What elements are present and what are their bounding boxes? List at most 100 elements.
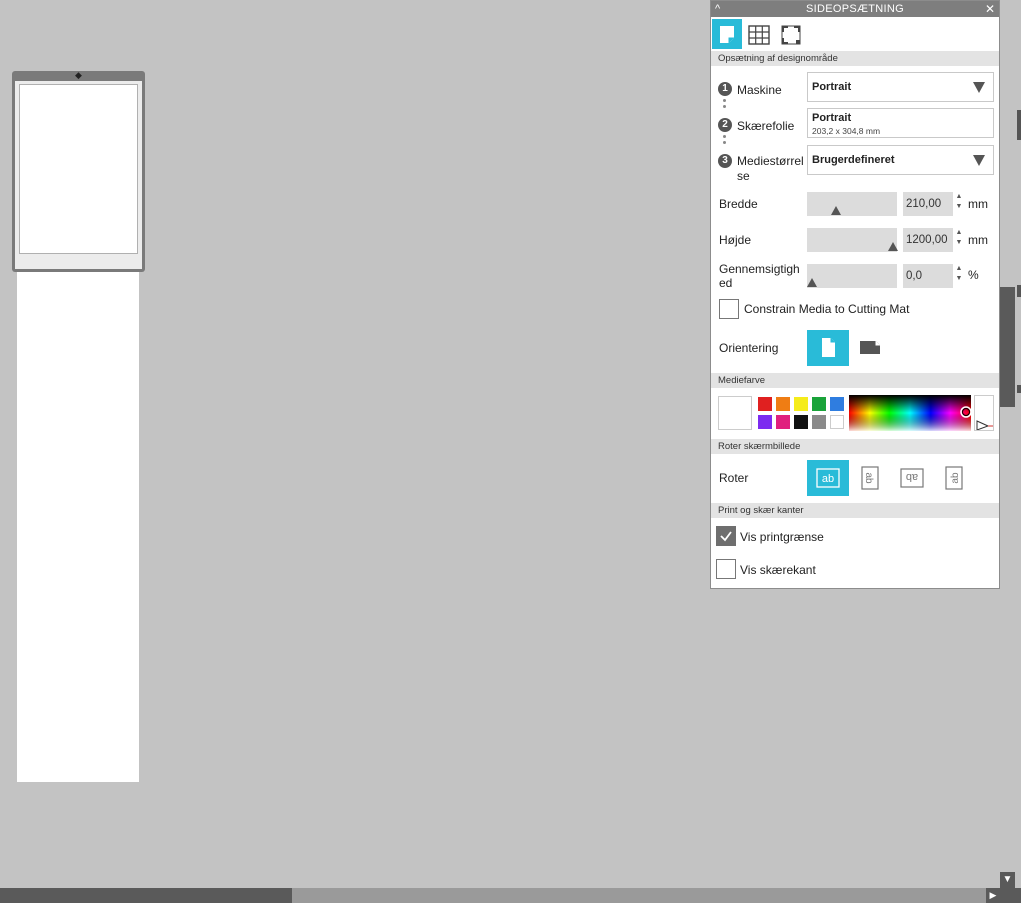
edge-marker — [1017, 285, 1021, 297]
color-swatch[interactable] — [758, 415, 772, 429]
panel-title: SIDEOPSÆTNING — [805, 3, 905, 15]
grid-icon — [748, 25, 770, 45]
section-header-design-area: Opsætning af designområde — [711, 51, 999, 66]
transparency-label-cont: ed — [719, 276, 733, 290]
section-header-print-cut: Print og skær kanter — [711, 503, 999, 518]
svg-text:ab: ab — [822, 473, 834, 485]
slider-thumb[interactable] — [888, 242, 898, 251]
transparency-unit: % — [968, 268, 979, 282]
machine-label: Maskine — [737, 83, 782, 97]
rotate-270-icon: ab — [945, 466, 963, 490]
scroll-down-button[interactable]: ▼ — [1000, 872, 1015, 888]
media-size-value: Brugerdefineret — [812, 154, 895, 166]
width-spinner[interactable]: ▲ ▼ — [955, 192, 963, 216]
mat-surface — [15, 81, 142, 269]
color-swatch[interactable] — [830, 397, 844, 411]
svg-text:ab: ab — [950, 472, 961, 484]
tab-grid[interactable] — [744, 19, 774, 49]
portrait-page-icon — [822, 338, 835, 357]
registration-marks-icon — [781, 25, 801, 45]
panel-title-bar: ^ SIDEOPSÆTNING ✕ — [711, 1, 999, 17]
vertical-scrollbar-thumb[interactable] — [1000, 287, 1015, 407]
step-2-badge: 2 — [718, 118, 732, 132]
mat-origin-marker-icon: ◆ — [75, 70, 82, 80]
color-swatch[interactable] — [812, 397, 826, 411]
rotate-0-button[interactable]: ab — [807, 460, 849, 496]
color-swatch[interactable] — [794, 415, 808, 429]
transparency-input[interactable]: 0,0 — [903, 264, 953, 288]
orientation-label: Orientering — [719, 341, 779, 355]
color-swatch[interactable] — [758, 397, 772, 411]
checkmark-icon — [720, 531, 732, 542]
show-print-border-checkbox[interactable] — [716, 526, 736, 546]
scrollbar-corner — [1000, 888, 1021, 903]
svg-text:ab: ab — [906, 471, 918, 483]
cut-area — [19, 84, 138, 254]
width-unit: mm — [968, 197, 988, 211]
rotate-180-icon: ab — [900, 468, 924, 488]
show-print-border-label: Vis printgrænse — [740, 530, 824, 544]
vertical-scrollbar[interactable] — [1000, 0, 1015, 888]
transparency-spinner[interactable]: ▲ ▼ — [955, 264, 963, 288]
constrain-media-checkbox[interactable] — [719, 299, 739, 319]
color-swatch[interactable] — [794, 397, 808, 411]
step-3-badge: 3 — [718, 154, 732, 168]
media-size-dropdown[interactable]: Brugerdefineret — [807, 145, 994, 175]
height-unit: mm — [968, 233, 988, 247]
cutting-mat-info: Portrait 203,2 x 304,8 mm — [807, 108, 994, 138]
page-icon — [720, 26, 734, 43]
tab-media[interactable] — [712, 19, 742, 49]
panel-tabs — [711, 17, 999, 50]
edge-marker — [1017, 385, 1021, 393]
brightness-slider[interactable] — [974, 395, 994, 431]
landscape-page-icon — [860, 341, 880, 354]
height-slider[interactable] — [807, 228, 898, 252]
close-icon[interactable]: ✕ — [985, 1, 995, 17]
media-size-label: Mediestørrel — [737, 154, 804, 168]
color-swatch[interactable] — [830, 415, 844, 429]
height-label: Højde — [719, 233, 752, 247]
horizontal-scrollbar-thumb[interactable] — [0, 888, 292, 903]
orientation-landscape-button[interactable] — [849, 330, 891, 366]
width-slider[interactable] — [807, 192, 897, 216]
slider-thumb[interactable] — [807, 278, 817, 287]
cutting-mat-value: Portrait — [812, 112, 852, 124]
cutting-mat-label: Skærefolie — [737, 119, 795, 133]
chevron-down-icon — [973, 155, 985, 166]
step-connector — [723, 99, 726, 111]
height-spinner[interactable]: ▲ ▼ — [955, 228, 963, 252]
section-header-media-color: Mediefarve — [711, 373, 999, 388]
transparency-label: Gennemsigtigh — [719, 262, 800, 276]
slider-thumb[interactable] — [831, 206, 841, 215]
show-cut-border-checkbox[interactable] — [716, 559, 736, 579]
cutting-mat: ◆ — [12, 71, 145, 272]
orientation-portrait-button[interactable] — [807, 330, 849, 366]
rotate-0-icon: ab — [816, 468, 840, 488]
width-label: Bredde — [719, 197, 758, 211]
svg-text:ab: ab — [863, 472, 874, 484]
show-cut-border-label: Vis skærekant — [740, 563, 816, 577]
media-sheet — [17, 272, 139, 782]
step-connector — [723, 135, 726, 147]
color-swatch[interactable] — [776, 415, 790, 429]
cutting-mat-size: 203,2 x 304,8 mm — [812, 126, 881, 136]
machine-value: Portrait — [812, 81, 852, 93]
selected-color-preview — [718, 396, 752, 430]
rotate-270-button[interactable]: ab — [933, 460, 975, 496]
media-size-label-cont: se — [737, 169, 750, 183]
rotate-90-icon: ab — [861, 466, 879, 490]
section-header-rotate-view: Roter skærmbillede — [711, 439, 999, 454]
rotate-90-button[interactable]: ab — [849, 460, 891, 496]
machine-dropdown[interactable]: Portrait — [807, 72, 994, 102]
height-input[interactable]: 1200,00 — [903, 228, 953, 252]
tab-registration[interactable] — [776, 19, 806, 49]
color-swatch[interactable] — [776, 397, 790, 411]
edge-marker — [1017, 110, 1021, 140]
color-spectrum-picker[interactable] — [849, 395, 972, 431]
width-input[interactable]: 210,00 — [903, 192, 953, 216]
transparency-slider[interactable] — [807, 264, 897, 288]
rotate-180-button[interactable]: ab — [891, 460, 933, 496]
scroll-right-button[interactable]: ▶ — [986, 888, 1000, 903]
color-swatch[interactable] — [812, 415, 826, 429]
step-1-badge: 1 — [718, 82, 732, 96]
